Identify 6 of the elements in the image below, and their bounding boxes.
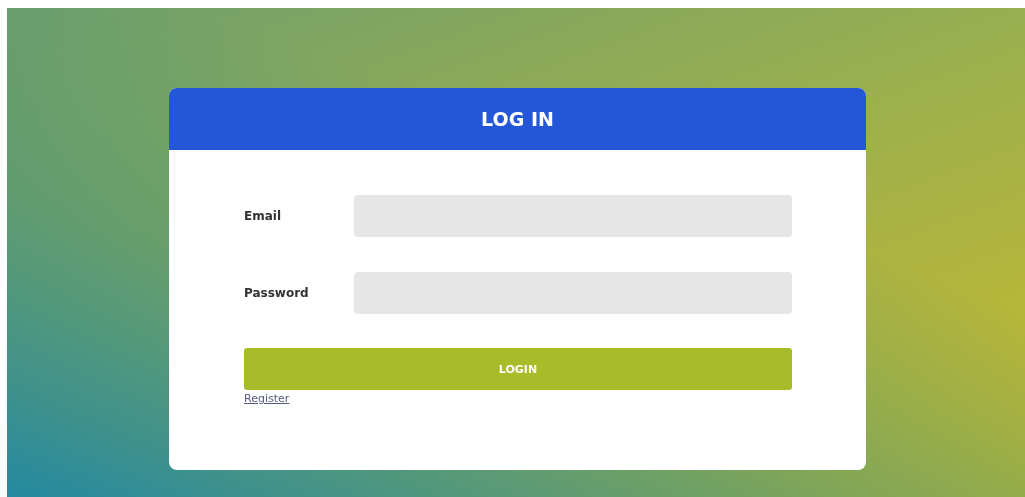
card-title: LOG IN [481,108,554,130]
register-link[interactable]: Register [244,392,290,405]
field-label: Email [244,209,283,223]
field-label: Password [244,286,310,300]
input-field[interactable] [354,272,792,314]
input-field[interactable] [354,195,792,237]
